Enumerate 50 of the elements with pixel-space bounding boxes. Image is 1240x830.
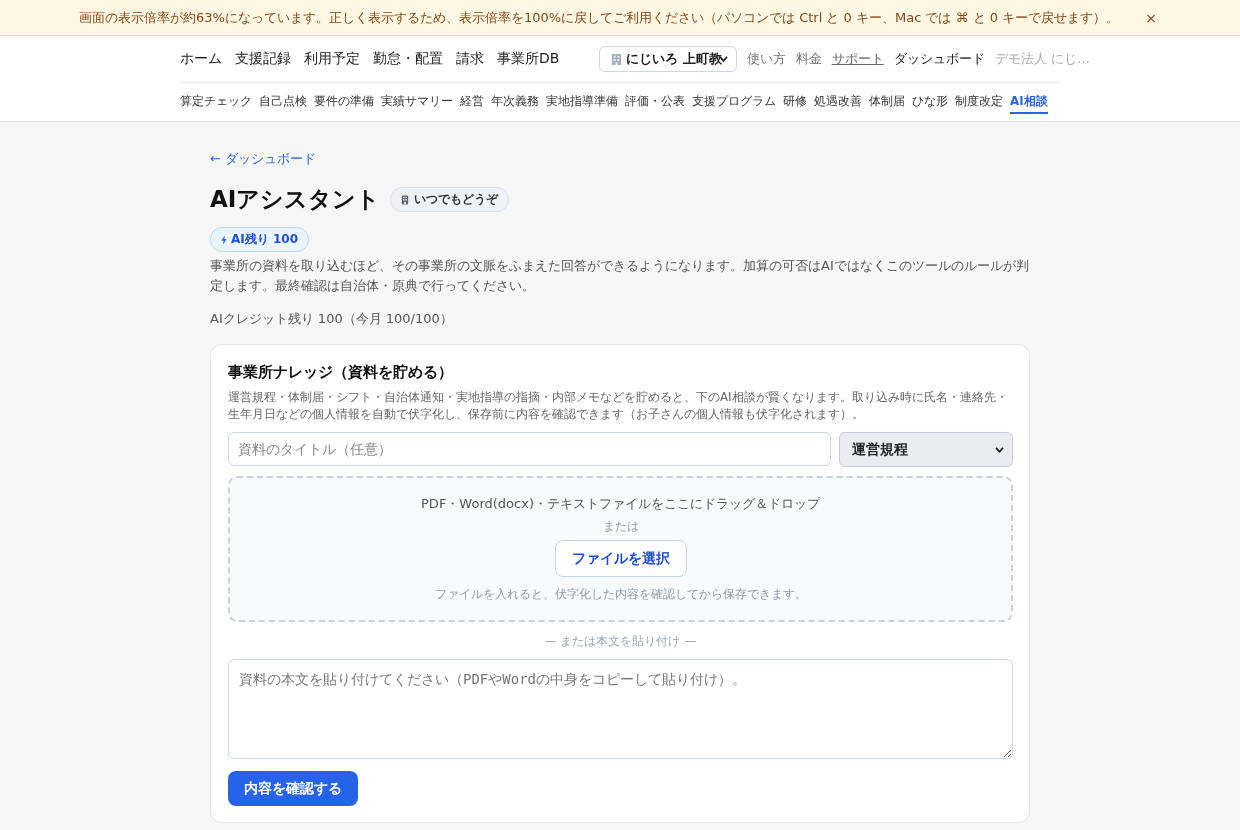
subnav-tab[interactable]: 研修	[783, 90, 807, 114]
zoom-warning-text: 画面の表示倍率が約63%になっています。正しく表示するため、表示倍率を100%に戻してご利用ください（パソコンでは Ctrl と 0 キー、Mac では ⌘ と 0 キーで戻せます）。	[79, 8, 1120, 27]
building-icon	[610, 52, 624, 66]
page-title: AIアシスタント	[210, 185, 381, 214]
choose-file-button[interactable]: ファイルを選択	[554, 540, 687, 577]
badge-label: いつでもどうぞ	[414, 191, 499, 208]
card-title: 事業所ナレッジ（資料を貯める）	[228, 363, 454, 382]
subnav-tab[interactable]: 処遇改善	[814, 90, 862, 114]
intro-text: 事業所の資料を取り込むほど、その事業所の文脈をふまえた回答ができるようになります。加算の可否はAIではなくこのツールのルールが判定します。最終確認は自治体・原典で行ってください。	[210, 257, 1030, 295]
nav-link[interactable]: 事業所DB	[497, 50, 560, 68]
card-description: 運営規程・体制届・シフト・自治体通知・実地指導の指摘・内部メモなどを貯めると、下のAI相談が賢くなります。取り込み時に氏名・連絡先・生年月日などの個人情報を自動で伏字化し、保存前に内容を確認できます（お子さんの個人情報も伏字化されます）。	[228, 389, 1009, 423]
subnav-tab[interactable]: AI相談	[1010, 90, 1048, 114]
body-textarea[interactable]: 資料の本文を貼り付けてください（PDFやWordの中身をコピーして貼り付け）。	[228, 659, 1013, 759]
nav-link[interactable]: 利用予定	[304, 50, 360, 68]
nav-link[interactable]: ホーム	[180, 50, 222, 68]
category-select[interactable]: 運営規程	[839, 432, 1013, 467]
nav-link[interactable]: 請求	[456, 50, 484, 68]
nav-link[interactable]: 勤怠・配置	[373, 50, 443, 68]
chevron-down-icon	[995, 446, 1004, 453]
building-icon	[401, 194, 410, 205]
subnav-tab[interactable]: ひな形	[912, 90, 948, 114]
header-link[interactable]: サポート	[831, 50, 884, 68]
subnav-tab[interactable]: 自己点検	[259, 90, 307, 114]
subnav-tab[interactable]: 要件の準備	[314, 90, 374, 114]
subnav-tab[interactable]: 年次義務	[491, 90, 539, 114]
subnav-tab[interactable]: 実績サマリー	[381, 90, 453, 114]
dropzone-instruction: PDF・Word(docx)・テキストファイルをここにドラッグ＆ドロップ	[421, 495, 820, 513]
close-button[interactable]: ×	[1141, 9, 1161, 26]
subnav-tab[interactable]: 体制届	[869, 90, 905, 114]
title-input[interactable]: 資料のタイトル（任意）	[228, 432, 831, 466]
subnav-tab[interactable]: 支援プログラム	[692, 90, 776, 114]
paste-divider-text: — または本文を貼り付け —	[543, 633, 698, 650]
subnav-tab[interactable]: 実地指導準備	[546, 90, 618, 114]
subnav-tab[interactable]: 制度改定	[955, 90, 1003, 114]
dropzone-hint: ファイルを入れると、伏字化した内容を確認してから保存できます。	[434, 586, 807, 603]
header-link[interactable]: 料金	[795, 50, 822, 68]
back-link[interactable]: ← ダッシュボード	[210, 150, 317, 168]
confirm-button[interactable]: 内容を確認する	[228, 771, 358, 806]
file-dropzone[interactable]: PDF・Word(docx)・テキストファイルをここにドラッグ＆ドロップ または ファイルを選択 ファイルを入れると、伏字化した内容を確認してから保存できます。	[228, 476, 1013, 622]
credit-text: AIクレジット残り 100（今月 100/100）	[210, 310, 454, 328]
header-link[interactable]: ダッシュボード	[893, 50, 985, 68]
office-select[interactable]: にじいろ 上町教	[599, 46, 737, 72]
header-link[interactable]: 使い方	[746, 50, 786, 68]
subnav-tab[interactable]: 評価・公表	[625, 90, 685, 114]
subnav-tab[interactable]: 算定チェック	[180, 90, 252, 114]
nav-link[interactable]: 支援記録	[235, 50, 291, 68]
or-text: または	[602, 519, 639, 534]
credit-label: AI残り 100	[231, 231, 298, 248]
lightning-icon	[221, 234, 227, 245]
subnav-tab[interactable]: 経営	[460, 90, 484, 114]
